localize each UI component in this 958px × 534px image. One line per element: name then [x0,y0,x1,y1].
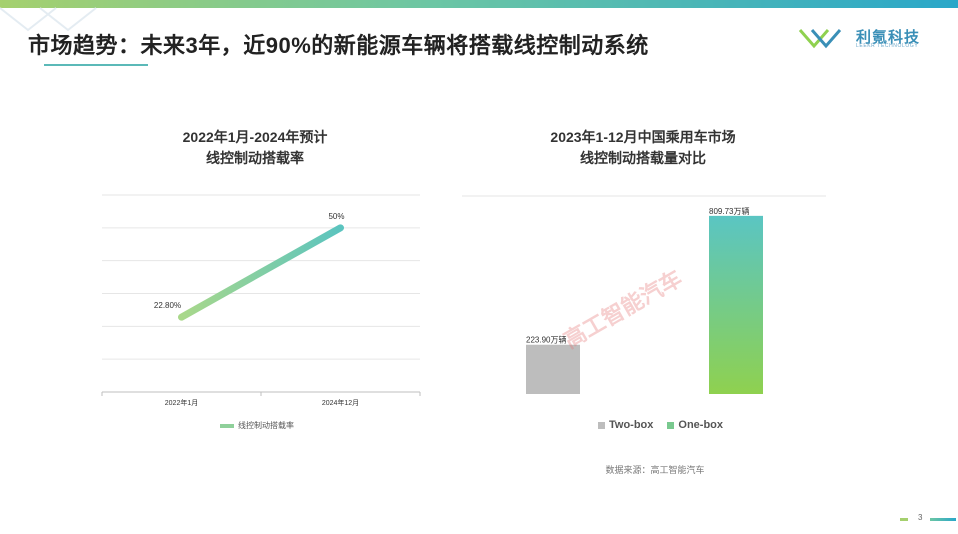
page-number: 3 [918,513,923,522]
legend-swatch-two-box [598,421,605,429]
line-chart-title-line1: 2022年1月-2024年预计 [182,129,328,145]
line-chart-legend: 线控制动搭载率 [220,420,294,431]
title-underline [44,64,148,66]
bar-chart-title-line1: 2023年1-12月中国乘用车市场 [550,129,736,145]
data-source: 数据来源：高工智能汽车 [605,465,705,475]
legend-label-two-box: Two-box [609,419,654,431]
line-series [178,224,344,321]
line-chart-title-line2: 线控制动搭载率 [206,150,304,166]
bar-chart-legend: Two-box One-box [598,419,723,431]
watermark: 高工智能汽车 [559,265,687,354]
legend-label-one-box: One-box [678,419,724,431]
slide-title: 市场趋势：未来3年，近90%的新能源车辆将搭载线控制动系统 [28,33,649,58]
bar-chart: 223.90万辆 809.73万辆 [462,195,826,394]
legend-swatch-one-box [667,421,675,429]
data-label: 50% [328,212,344,221]
page-accent-left [900,518,908,521]
logo-subtitle: LEEKR TECHNOLOGY [856,43,919,49]
bar-chart-title-line2: 线控制动搭载量对比 [580,150,706,166]
legend-swatch-line [220,423,234,428]
x-tick-label: 2022年1月 [165,398,198,407]
x-tick-label: 2024年12月 [322,398,359,407]
bar-data-label: 223.90万辆 [526,335,566,345]
bar-one-box [709,215,763,394]
data-label: 22.80% [154,301,181,310]
bar-chart-title: 2023年1-12月中国乘用车市场 线控制动搭载量对比 [518,127,768,169]
bar-data-label: 809.73万辆 [709,206,749,216]
line-chart: 2022年1月 2024年12月 22.80% 50% [101,194,421,407]
line-chart-title: 2022年1月-2024年预计 线控制动搭载率 [130,127,380,169]
page-accent-right [930,518,956,521]
legend-label-line: 线控制动搭载率 [238,421,294,430]
